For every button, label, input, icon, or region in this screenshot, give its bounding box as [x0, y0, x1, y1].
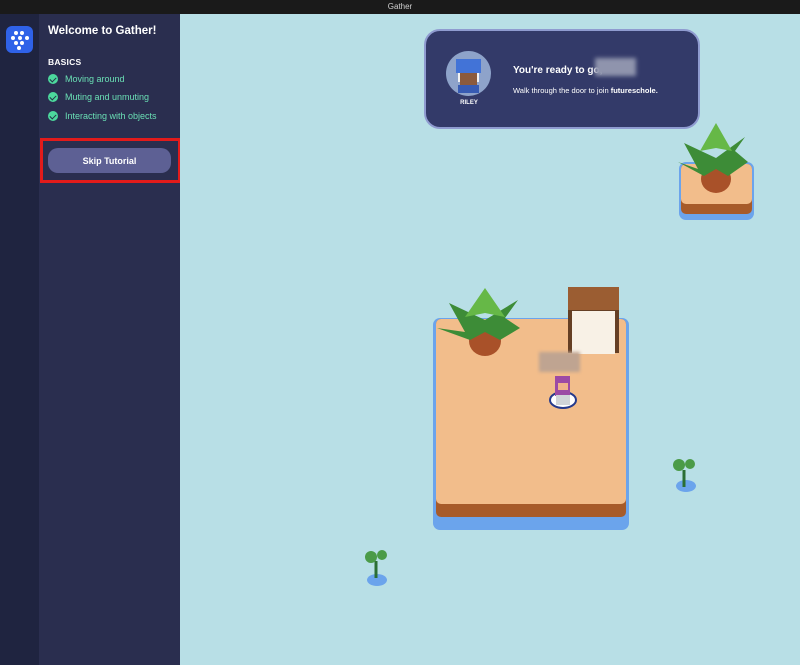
task-label: Muting and unmuting	[65, 92, 150, 102]
skip-tutorial-button[interactable]: Skip Tutorial	[48, 148, 171, 173]
check-icon	[48, 92, 58, 102]
task-muting-and-unmuting: Muting and unmuting	[48, 90, 149, 104]
window-title-bar: Gather	[0, 0, 800, 14]
window-title: Gather	[387, 2, 413, 11]
basics-section-title: BASICS	[48, 57, 82, 67]
username-blurred	[595, 58, 636, 76]
avatar-name: RILEY	[460, 100, 478, 106]
notification-title: You're ready to go,	[513, 65, 603, 76]
tutorial-title: Welcome to Gather!	[48, 25, 157, 37]
ready-notification: RILEY You're ready to go, Walk through t…	[424, 29, 700, 129]
left-navigation-rail	[0, 14, 39, 665]
avatar	[446, 51, 491, 96]
notification-message-prefix: Walk through the door to join	[513, 86, 611, 95]
task-label: Moving around	[65, 74, 125, 84]
task-label: Interacting with objects	[65, 111, 157, 121]
gather-logo-icon[interactable]	[6, 26, 33, 53]
sprout-icon[interactable]	[673, 459, 696, 492]
task-interacting-with-objects: Interacting with objects	[48, 109, 157, 123]
space-name: futureschole.	[610, 86, 658, 95]
door-icon[interactable]	[568, 287, 619, 354]
player-name-blurred	[539, 352, 580, 372]
check-icon	[48, 74, 58, 84]
tutorial-sidebar: Welcome to Gather! BASICS Moving around …	[39, 14, 180, 665]
sprout-icon[interactable]	[365, 550, 387, 586]
task-moving-around: Moving around	[48, 72, 125, 86]
check-icon	[48, 111, 58, 121]
notification-message: Walk through the door to join futurescho…	[513, 86, 658, 95]
